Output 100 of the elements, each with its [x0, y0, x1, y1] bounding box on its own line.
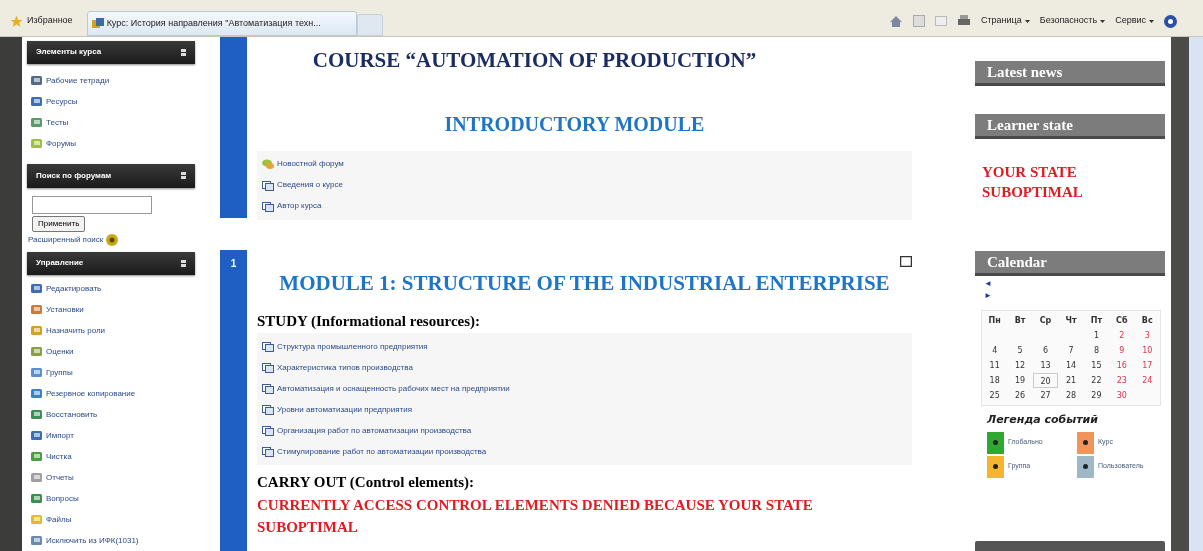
day-cell[interactable]: 8 [1083, 343, 1110, 358]
item-icon [31, 304, 43, 315]
sidebar-link[interactable]: Файлы [46, 513, 72, 526]
window-icon [262, 341, 274, 352]
previous-month-link[interactable]: ◄ [984, 278, 992, 290]
activity-link[interactable]: Автоматизация и оснащенность рабочих мест на предприятии [277, 382, 510, 395]
day-cell[interactable]: 18 [982, 373, 1008, 388]
activity-link[interactable]: Новостной форум [277, 158, 344, 170]
activity-link[interactable]: Стимулирование работ по автоматизации производства [277, 445, 487, 458]
collapse-icon[interactable] [181, 259, 186, 267]
block-header[interactable]: Управление [27, 251, 195, 275]
legend-swatch[interactable] [987, 455, 1004, 478]
collapse-icon[interactable] [181, 172, 186, 180]
day-cell[interactable]: 25 [982, 388, 1008, 403]
block-header[interactable]: Элементы курса [27, 40, 195, 65]
menu-button[interactable]: Страница [980, 14, 1022, 28]
menu-button[interactable]: Безопасность [1039, 14, 1098, 28]
day-cell[interactable]: 27 [1032, 388, 1059, 403]
help-icon[interactable] [1164, 14, 1177, 28]
item-icon [31, 388, 43, 399]
day-cell[interactable]: 21 [1058, 373, 1084, 388]
legend-swatch[interactable] [987, 431, 1004, 454]
help-icon[interactable] [106, 233, 119, 246]
day-cell[interactable]: 13 [1032, 358, 1059, 373]
home-icon[interactable] [888, 14, 903, 28]
legend-swatch[interactable] [1077, 455, 1094, 478]
sidebar-link[interactable]: Чистка [46, 450, 72, 463]
today-cell[interactable]: 20 [1032, 373, 1059, 388]
day-cell[interactable]: 4 [982, 343, 1008, 358]
day-cell[interactable]: 23 [1109, 373, 1135, 388]
sidebar-link[interactable]: Восстановить [46, 408, 98, 421]
star-icon[interactable] [10, 14, 23, 28]
sidebar-link[interactable]: Отчеты [46, 471, 74, 484]
day-cell[interactable]: 10 [1134, 343, 1160, 358]
day-cell[interactable]: 1 [1083, 328, 1110, 343]
course-title: COURSE “AUTOMATION OF PRODUCTION” [311, 47, 758, 74]
block-header[interactable]: Поиск по форумам [27, 164, 195, 188]
apply-button[interactable]: Применить [32, 215, 86, 232]
window-icon [262, 404, 274, 415]
day-cell[interactable]: 3 [1134, 328, 1160, 343]
sidebar-link[interactable]: Исключить из ИФК(1031) [46, 534, 139, 547]
sidebar-link[interactable]: Форумы [46, 137, 77, 150]
sidebar-link[interactable]: Тесты [46, 116, 69, 129]
favorites-button[interactable]: Избранное [27, 14, 73, 28]
activity-link[interactable]: Характеристика типов производства [277, 361, 413, 374]
module-title: MODULE 1: STRUCTURE OF THE INDUSTRIAL ENTERPRISE [278, 270, 891, 297]
sidebar-link[interactable]: Установки [46, 303, 84, 316]
day-cell[interactable]: 22 [1083, 373, 1110, 388]
activity-link[interactable]: Сведения о курсе [277, 179, 343, 191]
day-cell[interactable]: 30 [1109, 388, 1135, 403]
sidebar-link[interactable]: Назначить роли [46, 324, 106, 337]
activity-link[interactable]: Организация работ по автоматизации производства [277, 424, 472, 437]
day-cell[interactable]: 28 [1058, 388, 1084, 403]
day-cell[interactable]: 12 [1007, 358, 1033, 373]
advanced-search-link[interactable]: Расширенный поиск [28, 233, 104, 246]
collapse-icon[interactable] [181, 48, 186, 56]
activity-link[interactable]: Уровни автоматизации предприятия [277, 403, 413, 416]
day-cell[interactable]: 26 [1007, 388, 1033, 403]
block-title: Управление [36, 257, 84, 270]
weekday-label: Вс [1140, 315, 1154, 327]
window-icon [262, 446, 274, 457]
weekday-label: Чт [1064, 315, 1078, 327]
day-cell[interactable]: 24 [1134, 373, 1160, 388]
day-cell[interactable]: 5 [1007, 343, 1033, 358]
item-icon [31, 535, 43, 546]
sidebar-link[interactable]: Группы [46, 366, 73, 379]
weekday-label: Пн [987, 315, 1002, 327]
print-icon[interactable] [956, 15, 971, 27]
caret-icon [1024, 19, 1030, 23]
sidebar-link[interactable]: Импорт [46, 429, 74, 442]
sidebar-link[interactable]: Оценки [46, 345, 74, 358]
item-icon [31, 367, 43, 378]
day-cell[interactable]: 15 [1083, 358, 1110, 373]
sidebar-link[interactable]: Редактировать [46, 282, 102, 295]
day-cell[interactable]: 29 [1083, 388, 1110, 403]
menu-button[interactable]: Сервис [1115, 14, 1146, 28]
dot-icon [1083, 440, 1088, 445]
day-cell[interactable]: 6 [1032, 343, 1059, 358]
day-cell[interactable]: 11 [982, 358, 1008, 373]
day-cell[interactable]: 2 [1109, 328, 1135, 343]
day-cell[interactable]: 16 [1109, 358, 1135, 373]
activity-link[interactable]: Автор курса [277, 200, 322, 212]
sidebar-link[interactable]: Ресурсы [46, 95, 78, 108]
day-cell[interactable]: 19 [1007, 373, 1033, 388]
day-cell[interactable]: 9 [1109, 343, 1135, 358]
day-cell[interactable]: 14 [1058, 358, 1084, 373]
block-title: Latest news [987, 62, 1063, 82]
window-icon [262, 383, 274, 394]
day-cell[interactable]: 17 [1134, 358, 1160, 373]
sidebar-link[interactable]: Рабочие тетради [46, 74, 110, 87]
next-month-link[interactable]: ► [984, 290, 992, 302]
weekday-label: Ср [1038, 315, 1053, 327]
activity-link[interactable]: Структура промышленного предприятия [277, 340, 428, 353]
search-field[interactable] [32, 195, 152, 214]
sidebar-link[interactable]: Резервное копирование [46, 387, 136, 400]
sidebar-link[interactable]: Вопросы [46, 492, 79, 505]
scrollbar[interactable] [1189, 37, 1203, 551]
legend-swatch[interactable] [1077, 431, 1094, 454]
day-cell[interactable]: 7 [1058, 343, 1084, 358]
browser-tab[interactable]: Курс: История направления "Автоматизация техн... [86, 11, 357, 36]
